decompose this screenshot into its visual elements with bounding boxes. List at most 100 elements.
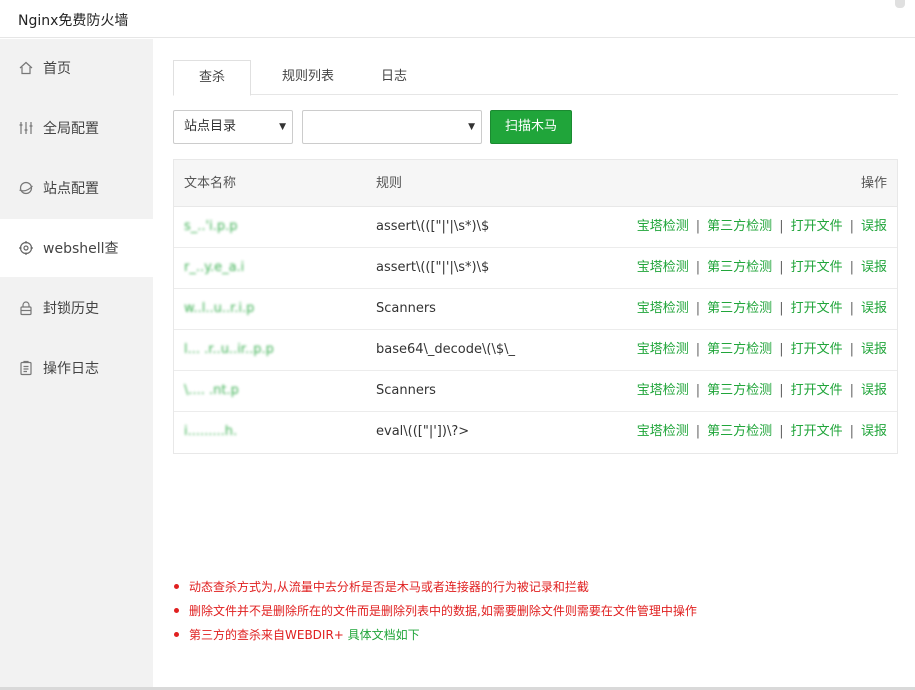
separator: |: [695, 342, 701, 357]
bullet-dot: [174, 608, 179, 613]
bt-check-link[interactable]: 宝塔检测: [637, 424, 689, 439]
column-header-ops: 操作: [860, 176, 887, 191]
home-icon: [18, 60, 34, 76]
rule-text: assert\((["|'|\s*)\$: [376, 219, 490, 234]
separator: |: [779, 342, 784, 357]
separator: |: [695, 383, 701, 398]
separator: |: [779, 424, 784, 439]
separator: |: [779, 260, 784, 275]
third-party-check-link[interactable]: 第三方检测: [707, 383, 772, 398]
sliders-icon: [18, 120, 34, 136]
file-name[interactable]: s_..'i.p.p: [184, 207, 238, 247]
sidebar-item-home[interactable]: 首页: [0, 39, 153, 97]
tab-bar: 查杀 规则列表 日志: [173, 60, 898, 96]
third-party-check-link[interactable]: 第三方检测: [707, 424, 772, 439]
open-file-link[interactable]: 打开文件: [791, 260, 843, 275]
open-file-link[interactable]: 打开文件: [791, 383, 843, 398]
separator: |: [849, 383, 854, 398]
table-row: s_..'i.p.p assert\((["|'|\s*)\$ 宝塔检测 | 第三方…: [174, 207, 897, 248]
list-item: 删除文件并不是删除所在的文件而是删除列表中的数据,如需要删除文件则需要在文件管理…: [173, 601, 873, 625]
row-actions: 宝塔检测 | 第三方检测 | 打开文件 | 误报: [637, 289, 887, 329]
open-file-link[interactable]: 打开文件: [791, 301, 843, 316]
tab-scan[interactable]: 查杀: [173, 60, 251, 96]
window-title: Nginx免费防火墙: [18, 13, 129, 29]
globe-icon: [18, 180, 34, 196]
false-positive-link[interactable]: 误报: [861, 342, 887, 357]
caret-down-icon: ▼: [279, 122, 286, 132]
table-row: r_..y.e_a.i assert\((["|'|\s*)\$ 宝塔检测 | 第三…: [174, 248, 897, 289]
tab-log[interactable]: 日志: [368, 60, 420, 95]
bullet-dot: [174, 632, 179, 637]
false-positive-link[interactable]: 误报: [861, 383, 887, 398]
file-name[interactable]: r_..y.e_a.i: [184, 248, 244, 288]
third-party-check-link[interactable]: 第三方检测: [707, 219, 772, 234]
note-text: 删除文件并不是删除所在的文件而是删除列表中的数据,如需要删除文件则需要在文件管理…: [189, 604, 697, 618]
sidebar-item-webshell[interactable]: webshell查: [0, 219, 153, 277]
scan-trojan-button[interactable]: 扫描木马: [490, 110, 572, 144]
table-header: 文本名称 规则 操作: [174, 160, 897, 207]
list-item: 第三方的查杀来自WEBDIR+ 具体文档如下: [173, 625, 873, 649]
tab-rule-list[interactable]: 规则列表: [258, 60, 358, 95]
rule-text: Scanners: [376, 301, 436, 316]
bt-check-link[interactable]: 宝塔检测: [637, 383, 689, 398]
lock-icon: [18, 300, 34, 316]
file-name[interactable]: l... .r..u..ir..p.p: [184, 330, 274, 370]
rule-text: eval\((["|'])\?>: [376, 424, 470, 439]
row-actions: 宝塔检测 | 第三方检测 | 打开文件 | 误报: [637, 248, 887, 288]
false-positive-link[interactable]: 误报: [861, 424, 887, 439]
bt-check-link[interactable]: 宝塔检测: [637, 219, 689, 234]
separator: |: [779, 219, 784, 234]
row-actions: 宝塔检测 | 第三方检测 | 打开文件 | 误报: [637, 330, 887, 370]
window-control-icon[interactable]: [895, 0, 905, 8]
sidebar-item-label: 首页: [43, 61, 71, 77]
sidebar-item-block-history[interactable]: 封锁历史: [0, 279, 153, 337]
third-party-check-link[interactable]: 第三方检测: [707, 260, 772, 275]
file-name[interactable]: \.... .nt.p: [184, 371, 239, 411]
note-text: 第三方的查杀来自WEBDIR+: [189, 628, 348, 642]
file-name[interactable]: w..l..u..r.i.p: [184, 289, 254, 329]
main-panel: 查杀 规则列表 日志 站点目录 ▼ ▼ 扫描木马 文本名称 规则 操作 s_..…: [153, 39, 915, 690]
separator: |: [695, 219, 701, 234]
false-positive-link[interactable]: 误报: [861, 260, 887, 275]
row-actions: 宝塔检测 | 第三方检测 | 打开文件 | 误报: [637, 412, 887, 452]
sidebar-item-label: 站点配置: [43, 181, 99, 197]
row-actions: 宝塔检测 | 第三方检测 | 打开文件 | 误报: [637, 207, 887, 247]
sidebar-item-operation-log[interactable]: 操作日志: [0, 339, 153, 397]
sidebar-item-global-config[interactable]: 全局配置: [0, 99, 153, 157]
caret-down-icon: ▼: [468, 122, 475, 132]
separator: |: [849, 260, 854, 275]
open-file-link[interactable]: 打开文件: [791, 424, 843, 439]
bt-check-link[interactable]: 宝塔检测: [637, 342, 689, 357]
open-file-link[interactable]: 打开文件: [791, 342, 843, 357]
path-select[interactable]: ▼: [302, 110, 482, 144]
false-positive-link[interactable]: 误报: [861, 301, 887, 316]
false-positive-link[interactable]: 误报: [861, 219, 887, 234]
open-file-link[interactable]: 打开文件: [791, 219, 843, 234]
sidebar-item-site-config[interactable]: 站点配置: [0, 159, 153, 217]
rule-text: Scanners: [376, 383, 436, 398]
docs-link[interactable]: 具体文档如下: [348, 628, 420, 642]
third-party-check-link[interactable]: 第三方检测: [707, 342, 772, 357]
separator: |: [695, 260, 701, 275]
column-header-rule: 规则: [376, 176, 403, 191]
separator: |: [849, 301, 854, 316]
note-text: 动态查杀方式为,从流量中去分析是否是木马或者连接器的行为被记录和拦截: [189, 580, 589, 594]
separator: |: [849, 219, 854, 234]
results-table: 文本名称 规则 操作 s_..'i.p.p assert\((["|'|\s*)…: [173, 159, 898, 454]
file-name[interactable]: i.........h.: [184, 412, 237, 452]
table-row: i.........h. eval\((["|'])\?> 宝塔检测 | 第三方检测…: [174, 412, 897, 453]
separator: |: [849, 424, 854, 439]
title-bar: Nginx免费防火墙: [0, 0, 915, 38]
sidebar: 首页 全局配置 站点配置 webshell查 封锁历史 操作日志: [0, 39, 153, 690]
target-icon: [18, 240, 34, 256]
table-row: l... .r..u..ir..p.p base64\_decode\(\$\_…: [174, 330, 897, 371]
sidebar-item-label: 操作日志: [43, 361, 99, 377]
separator: |: [695, 301, 701, 316]
third-party-check-link[interactable]: 第三方检测: [707, 301, 772, 316]
bt-check-link[interactable]: 宝塔检测: [637, 301, 689, 316]
separator: |: [849, 342, 854, 357]
bt-check-link[interactable]: 宝塔检测: [637, 260, 689, 275]
site-directory-select[interactable]: 站点目录 ▼: [173, 110, 293, 144]
row-actions: 宝塔检测 | 第三方检测 | 打开文件 | 误报: [637, 371, 887, 411]
bullet-dot: [174, 584, 179, 589]
